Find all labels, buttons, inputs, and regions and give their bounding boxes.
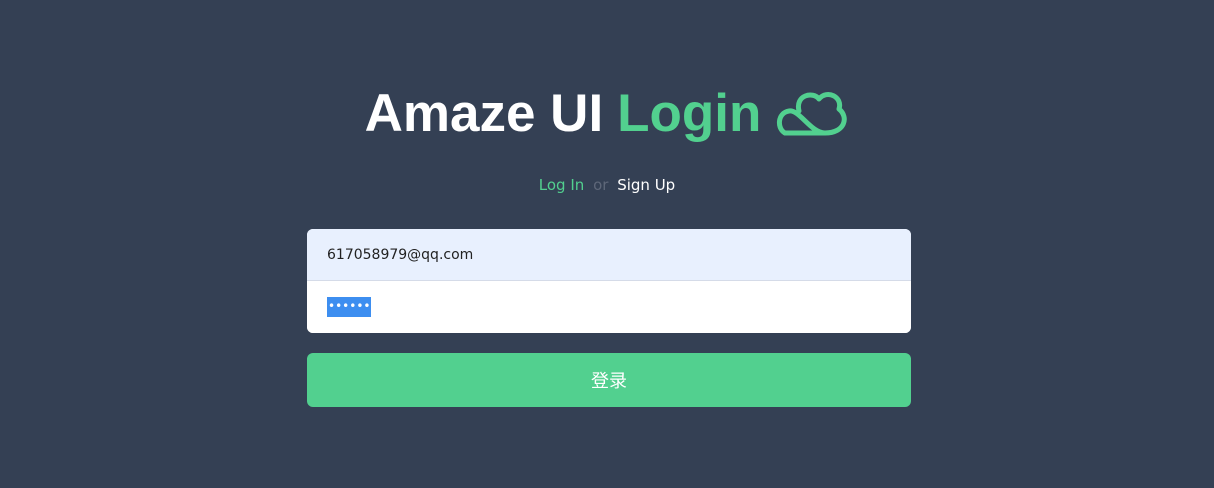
password-value: •••••• <box>327 297 372 317</box>
login-link[interactable]: Log In <box>539 176 585 194</box>
auth-nav: Log In or Sign Up <box>0 174 1214 196</box>
nav-separator: or <box>593 176 609 194</box>
login-form: 617058979@qq.com •••••• 登录 <box>307 229 911 407</box>
signup-link[interactable]: Sign Up <box>617 176 675 194</box>
login-button[interactable]: 登录 <box>307 353 911 407</box>
email-value: 617058979@qq.com <box>327 247 474 263</box>
title-main: Amaze UI <box>364 84 604 143</box>
email-field[interactable]: 617058979@qq.com <box>307 229 911 281</box>
page-title: Amaze UI Login <box>365 84 850 144</box>
password-field[interactable]: •••••• <box>307 281 911 333</box>
field-group: 617058979@qq.com •••••• <box>307 229 911 333</box>
title-accent: Login <box>617 84 762 143</box>
cloud-icon <box>777 92 848 136</box>
page-header: Amaze UI Login <box>0 84 1214 144</box>
